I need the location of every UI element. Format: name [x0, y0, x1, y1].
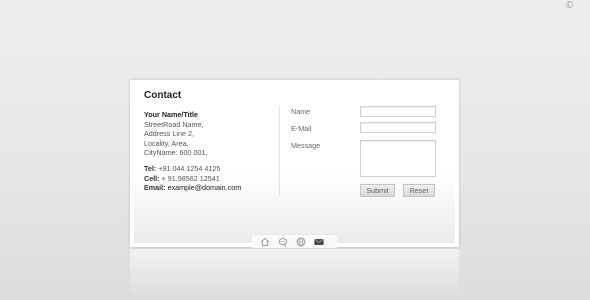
- globe-icon[interactable]: [296, 237, 306, 247]
- panel-body: Contact Your Name/Title StreetRoad Name,…: [134, 84, 455, 248]
- tel-value: +91 044 1254 4125: [158, 163, 221, 173]
- tel-label: Tel:: [144, 163, 157, 173]
- address-line: Address Line 2,: [144, 129, 194, 139]
- cell-value: + 91.98562 12541: [161, 173, 220, 183]
- email-link[interactable]: example@domain.com: [168, 183, 242, 192]
- email-label: E-Mail: [291, 124, 312, 133]
- message-label: Message: [291, 141, 321, 150]
- name-field[interactable]: [360, 106, 436, 117]
- home-icon[interactable]: [260, 237, 270, 247]
- message-field[interactable]: [360, 140, 436, 177]
- name-label: Name: [291, 107, 311, 116]
- address-line: CityName: 600 001,: [144, 148, 208, 158]
- icon-bar: [252, 234, 337, 248]
- address-block: Your Name/Title StreetRoad Name, Address…: [144, 110, 241, 193]
- page-title: Contact: [144, 90, 182, 101]
- submit-button[interactable]: Submit: [360, 184, 395, 197]
- cell-label: Cell:: [144, 173, 160, 183]
- cell-line: Cell: + 91.98562 12541: [144, 174, 241, 184]
- chat-icon[interactable]: [278, 237, 288, 247]
- reset-button[interactable]: Reset: [403, 184, 435, 197]
- address-line: Locality, Area,: [144, 138, 189, 148]
- contact-panel: Contact Your Name/Title StreetRoad Name,…: [130, 80, 459, 248]
- email-label: Email:: [144, 183, 166, 193]
- email-line: Email: example@domain.com: [144, 183, 241, 193]
- copyright-icon[interactable]: ©: [566, 0, 573, 11]
- column-divider: [279, 106, 280, 196]
- contact-name: Your Name/Title: [144, 110, 199, 119]
- tel-line: Tel: +91 044 1254 4125: [144, 164, 241, 174]
- mail-icon[interactable]: [314, 237, 324, 247]
- email-field[interactable]: [360, 122, 436, 133]
- panel-reflection: [130, 249, 459, 300]
- address-line: StreetRoad Name,: [144, 119, 204, 129]
